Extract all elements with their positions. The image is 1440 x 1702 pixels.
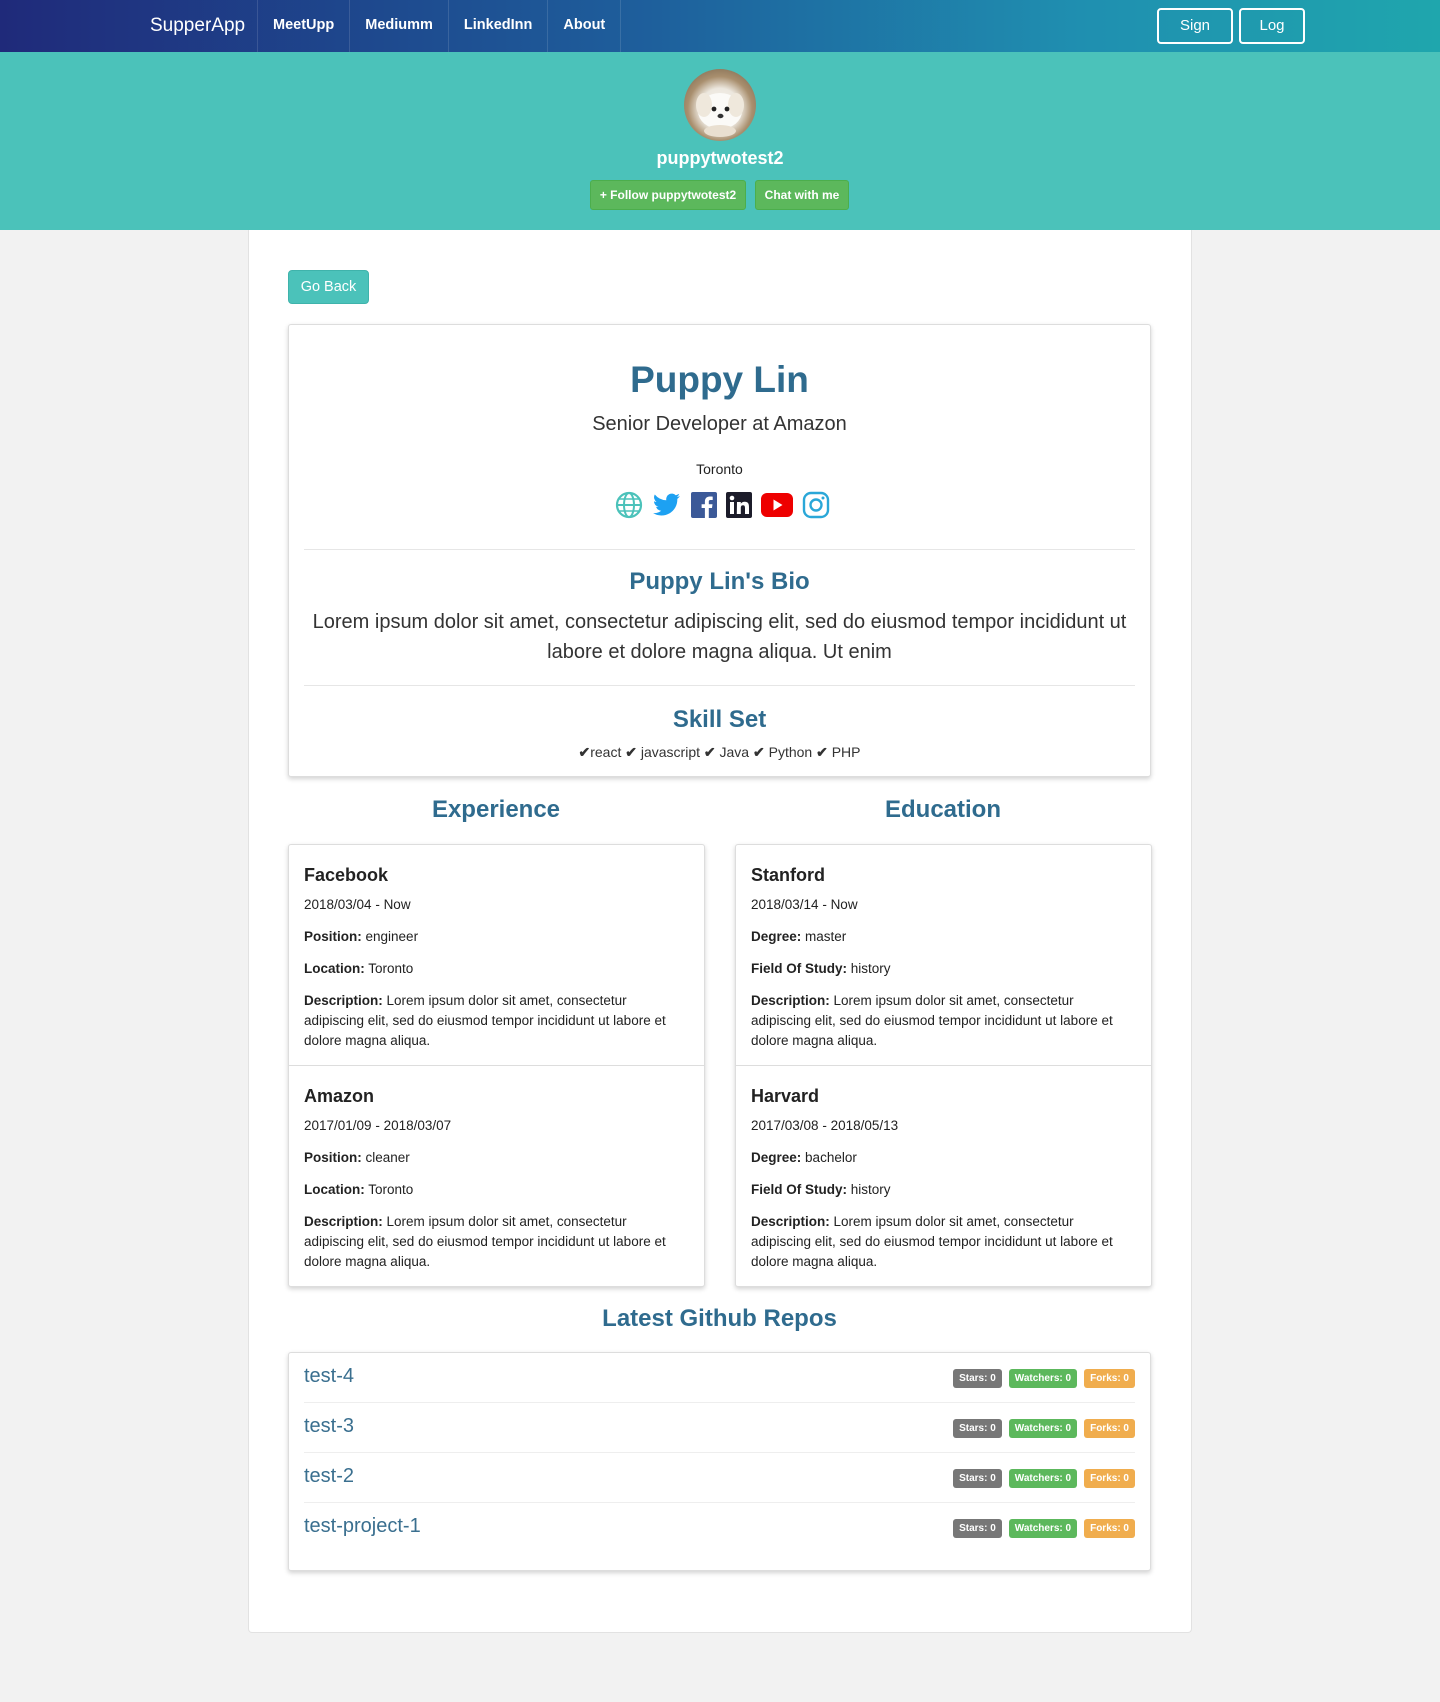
- experience-entry: Amazon 2017/01/09 - 2018/03/07 Position:…: [289, 1086, 704, 1272]
- watchers-badge: Watchers: 0: [1008, 1369, 1078, 1388]
- experience-position: Position: engineer: [304, 929, 419, 944]
- repo-badges: Stars: 0 Watchers: 0 Forks: 0: [953, 1369, 1135, 1388]
- stars-badge: Stars: 0: [953, 1419, 1002, 1438]
- education-field: Field Of Study: history: [751, 1182, 891, 1197]
- puppy-avatar-image: [696, 93, 744, 137]
- profile-title: Senior Developer at Amazon: [592, 413, 847, 435]
- profile-divider: [304, 549, 1135, 550]
- experience-position: Position: cleaner: [304, 1150, 410, 1165]
- nav-link-meetupp[interactable]: MeetUpp: [257, 0, 349, 52]
- skill-item: javascript: [640, 744, 700, 760]
- repo-badges: Stars: 0 Watchers: 0 Forks: 0: [953, 1419, 1135, 1438]
- experience-company: Amazon: [304, 1086, 375, 1106]
- education-field: Field Of Study: history: [751, 961, 891, 976]
- profile-name: Puppy Lin: [630, 359, 809, 400]
- follow-button[interactable]: + Follow puppytwotest2: [590, 180, 746, 210]
- education-description: Description: Lorem ipsum dolor sit amet,…: [751, 993, 1113, 1048]
- watchers-badge: Watchers: 0: [1008, 1469, 1078, 1488]
- forks-badge: Forks: 0: [1084, 1419, 1135, 1438]
- profile-username: puppytwotest2: [656, 148, 784, 168]
- education-entry: Stanford 2018/03/14 - Now Degree: master…: [736, 865, 1151, 1051]
- entry-divider: [736, 1065, 1151, 1066]
- youtube-icon[interactable]: [761, 491, 793, 519]
- repos-heading: Latest Github Repos: [602, 1305, 837, 1332]
- experience-heading: Experience: [431, 796, 561, 823]
- check-icon: ✔: [578, 744, 591, 760]
- skill-item: Python: [768, 744, 813, 760]
- skill-item: Java: [719, 744, 750, 760]
- education-description: Description: Lorem ipsum dolor sit amet,…: [751, 1214, 1113, 1269]
- stars-badge: Stars: 0: [953, 1519, 1002, 1538]
- experience-location: Location: Toronto: [304, 961, 414, 976]
- check-icon: ✔: [752, 744, 765, 760]
- repos-card: test-4 Stars: 0 Watchers: 0 Forks: 0 tes…: [288, 1352, 1151, 1571]
- brand-logo[interactable]: SupperApp: [150, 0, 245, 52]
- skills-heading: Skill Set: [672, 706, 767, 733]
- nav-link-linkedinn[interactable]: LinkedInn: [447, 0, 547, 52]
- experience-location: Location: Toronto: [304, 1182, 414, 1197]
- education-dates: 2017/03/08 - 2018/05/13: [751, 1118, 899, 1133]
- instagram-icon[interactable]: [802, 491, 830, 519]
- forks-badge: Forks: 0: [1084, 1369, 1135, 1388]
- globe-icon[interactable]: [615, 491, 643, 519]
- education-school: Stanford: [751, 865, 825, 885]
- experience-card: Facebook 2018/03/04 - Now Position: engi…: [288, 844, 705, 1287]
- experience-entry: Facebook 2018/03/04 - Now Position: engi…: [289, 865, 704, 1051]
- bio-heading: Puppy Lin's Bio: [629, 568, 810, 595]
- experience-dates: 2018/03/04 - Now: [304, 897, 411, 912]
- education-school: Harvard: [751, 1086, 820, 1106]
- signup-button[interactable]: Sign up: [1157, 8, 1233, 66]
- entry-divider: [289, 1065, 704, 1066]
- top-navbar: SupperApp MeetUpp Mediumm LinkedInn Abou…: [0, 0, 1440, 66]
- twitter-icon[interactable]: [652, 491, 682, 519]
- repo-row: test-project-1 Stars: 0 Watchers: 0 Fork…: [304, 1503, 1135, 1553]
- repo-link[interactable]: test-4: [304, 1365, 354, 1388]
- education-dates: 2018/03/14 - Now: [751, 897, 858, 912]
- skill-item: react: [590, 744, 622, 760]
- stars-badge: Stars: 0: [953, 1369, 1002, 1388]
- nav-link-mediumm[interactable]: Mediumm: [349, 0, 448, 52]
- education-degree: Degree: bachelor: [751, 1150, 857, 1165]
- watchers-badge: Watchers: 0: [1008, 1419, 1078, 1438]
- avatar: [684, 69, 756, 141]
- skills-list: ✔react ✔ javascript ✔ Java ✔ Python ✔ PH…: [289, 744, 1150, 761]
- repo-row: test-2 Stars: 0 Watchers: 0 Forks: 0: [304, 1453, 1135, 1503]
- experience-dates: 2017/01/09 - 2018/03/07: [304, 1118, 452, 1133]
- repo-link[interactable]: test-project-1: [304, 1515, 421, 1538]
- linkedin-icon[interactable]: [726, 491, 752, 519]
- repo-row: test-4 Stars: 0 Watchers: 0 Forks: 0: [304, 1353, 1135, 1403]
- check-icon: ✔: [625, 744, 637, 760]
- education-card: Stanford 2018/03/14 - Now Degree: master…: [735, 844, 1152, 1287]
- repo-link[interactable]: test-2: [304, 1465, 354, 1488]
- repo-row: test-3 Stars: 0 Watchers: 0 Forks: 0: [304, 1403, 1135, 1453]
- go-back-button[interactable]: Go Back: [288, 270, 369, 304]
- skill-item: PHP: [831, 744, 861, 760]
- login-button[interactable]: Log In: [1239, 8, 1305, 66]
- social-links: [615, 490, 830, 520]
- nav-links: MeetUpp Mediumm LinkedInn About: [257, 0, 622, 52]
- bio-text: Lorem ipsum dolor sit amet, consectetur …: [312, 611, 1127, 663]
- watchers-badge: Watchers: 0: [1008, 1519, 1078, 1538]
- nav-link-about[interactable]: About: [547, 0, 622, 52]
- education-degree: Degree: master: [751, 929, 847, 944]
- forks-badge: Forks: 0: [1084, 1519, 1135, 1538]
- experience-company: Facebook: [304, 865, 389, 885]
- profile-card: Puppy Lin Senior Developer at Amazon Tor…: [288, 324, 1151, 777]
- repo-link[interactable]: test-3: [304, 1415, 354, 1438]
- check-icon: ✔: [703, 744, 716, 760]
- repo-badges: Stars: 0 Watchers: 0 Forks: 0: [953, 1519, 1135, 1538]
- education-heading: Education: [884, 796, 1001, 823]
- profile-location: Toronto: [696, 461, 743, 477]
- bio-divider: [304, 685, 1135, 686]
- check-icon: ✔: [816, 744, 828, 760]
- experience-description: Description: Lorem ipsum dolor sit amet,…: [304, 1214, 666, 1269]
- experience-description: Description: Lorem ipsum dolor sit amet,…: [304, 993, 666, 1048]
- stars-badge: Stars: 0: [953, 1469, 1002, 1488]
- facebook-icon[interactable]: [691, 491, 717, 519]
- repo-badges: Stars: 0 Watchers: 0 Forks: 0: [953, 1469, 1135, 1488]
- education-entry: Harvard 2017/03/08 - 2018/05/13 Degree: …: [736, 1086, 1151, 1272]
- forks-badge: Forks: 0: [1084, 1469, 1135, 1488]
- chat-button[interactable]: Chat with me: [755, 180, 849, 210]
